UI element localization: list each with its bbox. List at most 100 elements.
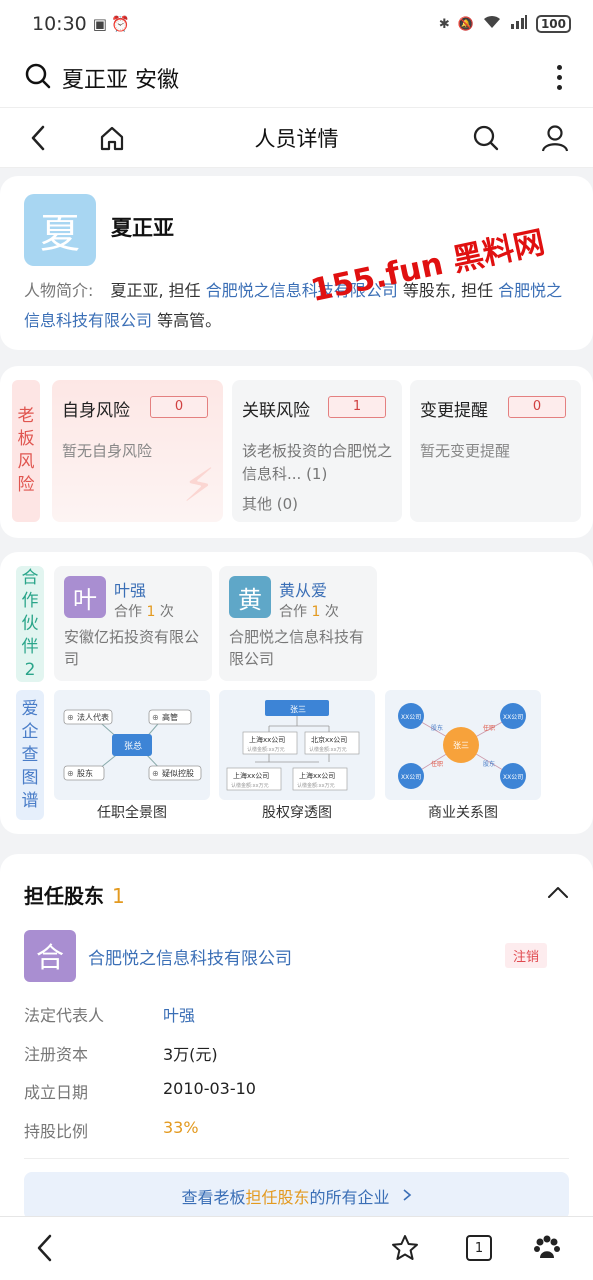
shareholder-card: 担任股东 1 合 合肥悦之信息科技有限公司 注销 法定代表人 叶强 注册资本 3万…: [0, 854, 593, 1234]
nav-bar: 人员详情: [0, 108, 593, 168]
person-bio: 人物简介: 夏正亚, 担任 合肥悦之信息科技有限公司 等股东, 担任 合肥悦之信…: [24, 276, 569, 336]
partners-card: 合 作 伙 伴 2 叶 叶强 合作 1 次 安徽亿拓投资有限公司 黄 黄从爱 合…: [0, 552, 593, 834]
search-query[interactable]: 夏正亚 安徽: [62, 62, 179, 94]
partners-tag: 合 作 伙 伴 2: [16, 566, 44, 682]
partner-name[interactable]: 黄从爱: [279, 577, 327, 601]
related-risk-box[interactable]: 关联风险 1 该老板投资的合肥悦之信息科... (1) 其他 (0): [232, 380, 402, 522]
self-risk-box[interactable]: 自身风险 0 暂无自身风险 ⚡: [52, 380, 223, 522]
svg-text:XX公司: XX公司: [503, 714, 523, 721]
svg-text:XX公司: XX公司: [401, 774, 421, 781]
nfc-icon: ▣: [92, 15, 107, 33]
svg-text:XX公司: XX公司: [401, 714, 421, 721]
mute-icon: 🔕: [457, 16, 474, 32]
related-risk-count: 1: [328, 396, 386, 418]
partner-card[interactable]: 叶 叶强 合作 1 次 安徽亿拓投资有限公司: [54, 566, 212, 681]
signal-icon: [510, 14, 528, 34]
search-icon: [24, 62, 52, 94]
partner-avatar: 黄: [229, 576, 271, 618]
svg-text:上海xx公司: 上海xx公司: [249, 735, 285, 744]
browser-bottom-bar: 1: [0, 1216, 593, 1280]
self-risk-count: 0: [150, 396, 208, 418]
svg-text:股东: 股东: [431, 724, 443, 732]
alarm-icon: ⏰: [110, 15, 130, 33]
page-title: 人员详情: [254, 126, 339, 151]
svg-text:张三: 张三: [290, 705, 306, 714]
svg-text:认缴金额:xx万元: 认缴金额:xx万元: [231, 782, 269, 789]
business-relation-thumb[interactable]: 股东 任职 任职 股东 XX公司 XX公司 XX公司 XX公司 张三: [385, 690, 541, 800]
section-title: 担任股东 1: [24, 884, 125, 908]
equity-graph-caption: 股权穿透图: [262, 805, 332, 821]
svg-text:法人代表: 法人代表: [77, 712, 109, 722]
legal-rep-value[interactable]: 叶强: [163, 1002, 195, 1026]
partner-company: 合肥悦之信息科技有限公司: [229, 628, 365, 668]
change-alert-count: 0: [508, 396, 566, 418]
battery-icon: 100: [535, 15, 571, 33]
nav-search-icon[interactable]: [470, 122, 502, 154]
share-ratio-value: 33%: [163, 1118, 199, 1137]
view-all-companies-button[interactable]: 查看老板 担任股东 的所有企业: [24, 1172, 569, 1220]
tabs-icon[interactable]: 1: [462, 1231, 496, 1265]
back-icon[interactable]: [22, 122, 54, 154]
partner-avatar: 叶: [64, 576, 106, 618]
company-avatar: 合: [24, 930, 76, 982]
legal-rep-label: 法定代表人: [24, 1006, 105, 1025]
svg-text:XX公司: XX公司: [503, 774, 523, 781]
svg-text:⊕: ⊕: [152, 769, 159, 778]
svg-text:高管: 高管: [162, 712, 178, 722]
paw-icon[interactable]: [530, 1231, 564, 1265]
svg-text:张总: 张总: [124, 740, 142, 752]
graph-tag: 爱 企 查 图 谱: [16, 690, 44, 820]
equity-graph-thumb[interactable]: 张三 上海xx公司 认缴金额:xx万元 北京xx公司 认缴金额:xx万元 上海x…: [219, 690, 375, 800]
change-alert-desc: 暂无变更提醒: [420, 442, 511, 460]
boss-risk-tag: 老 板 风 险: [12, 380, 40, 522]
partner-name[interactable]: 叶强: [114, 577, 146, 601]
svg-text:上海xx公司: 上海xx公司: [233, 771, 269, 780]
share-ratio-label: 持股比例: [24, 1122, 89, 1141]
founded-date-value: 2010-03-10: [163, 1079, 256, 1098]
related-risk-desc: 该老板投资的合肥悦之信息科... (1): [242, 442, 393, 483]
partner-company: 安徽亿拓投资有限公司: [64, 628, 200, 668]
change-alert-box[interactable]: 变更提醒 0 暂无变更提醒: [410, 380, 581, 522]
star-icon[interactable]: [388, 1231, 422, 1265]
partner-card[interactable]: 黄 黄从爱 合作 1 次 合肥悦之信息科技有限公司: [219, 566, 377, 681]
bio-label: 人物简介:: [24, 281, 94, 300]
status-badge: 注销: [504, 943, 547, 968]
bio-text-1: 夏正亚, 担任: [110, 281, 201, 300]
partner-coop-count: 合作 1 次: [114, 604, 174, 620]
svg-text:认缴金额:xx万元: 认缴金额:xx万元: [247, 746, 285, 753]
svg-text:股东: 股东: [77, 768, 93, 778]
user-icon[interactable]: [539, 122, 571, 154]
reg-capital-value: 3万(元): [163, 1045, 218, 1064]
position-overview-caption: 任职全景图: [97, 805, 167, 821]
browser-back-icon[interactable]: [28, 1231, 62, 1265]
chevron-right-icon: [402, 1187, 412, 1206]
svg-text:股东: 股东: [483, 760, 495, 768]
founded-date-label: 成立日期: [24, 1083, 89, 1102]
partner-coop-count: 合作 1 次: [279, 604, 339, 620]
bluetooth-icon: ✱: [438, 16, 450, 32]
svg-text:张三: 张三: [453, 741, 469, 750]
status-bar: 10:30 ▣ ⏰ ✱ 🔕 100: [0, 0, 593, 48]
svg-text:⊕: ⊕: [67, 769, 74, 778]
boss-risk-card: 老 板 风 险 自身风险 0 暂无自身风险 ⚡ 关联风险 1 该老板投资的合肥悦…: [0, 366, 593, 538]
svg-text:疑似控股: 疑似控股: [162, 768, 194, 778]
status-time: 10:30: [32, 13, 87, 35]
wifi-icon: [482, 14, 502, 34]
svg-text:北京xx公司: 北京xx公司: [311, 735, 347, 744]
svg-text:认缴金额:xx万元: 认缴金额:xx万元: [297, 782, 335, 789]
more-menu-icon[interactable]: [549, 65, 569, 90]
search-bar[interactable]: 夏正亚 安徽: [0, 48, 593, 108]
svg-text:任职: 任职: [431, 760, 443, 768]
company-name-link[interactable]: 合肥悦之信息科技有限公司: [88, 944, 292, 969]
business-relation-caption: 商业关系图: [428, 805, 498, 821]
home-icon[interactable]: [96, 122, 128, 154]
avatar: 夏: [24, 194, 96, 266]
svg-text:认缴金额:xx万元: 认缴金额:xx万元: [309, 746, 347, 753]
lightning-icon: ⚡: [182, 458, 215, 512]
related-risk-other: 其他 (0): [242, 495, 299, 513]
chevron-up-icon[interactable]: [547, 884, 569, 903]
svg-text:⊕: ⊕: [152, 713, 159, 722]
position-overview-thumb[interactable]: 法人代表 ⊕ 高管 ⊕ 股东 ⊕ 疑似控股 ⊕ 张总: [54, 690, 210, 800]
svg-text:任职: 任职: [483, 724, 495, 732]
bio-text-3: 等高管。: [157, 311, 222, 330]
